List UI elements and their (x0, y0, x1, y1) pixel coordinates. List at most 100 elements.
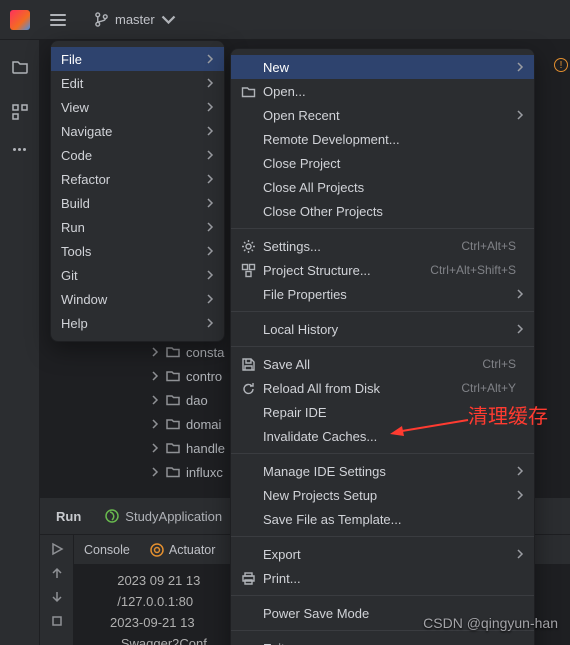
menu-item-reload-all-from-disk[interactable]: Reload All from DiskCtrl+Alt+Y (231, 376, 534, 400)
menu-item-file[interactable]: File (51, 47, 224, 71)
menu-item-navigate[interactable]: Navigate (51, 119, 224, 143)
submenu-arrow-icon (206, 316, 214, 331)
menu-item-shortcut: Ctrl+Alt+S (461, 239, 516, 253)
menu-item-label: Power Save Mode (263, 606, 516, 621)
more-tools-button[interactable] (13, 148, 26, 151)
menu-item-build[interactable]: Build (51, 191, 224, 215)
menu-item-label: View (61, 100, 206, 115)
submenu-arrow-icon (206, 196, 214, 211)
menu-item-label: Open Recent (263, 108, 516, 123)
menu-item-new-projects-setup[interactable]: New Projects Setup (231, 483, 534, 507)
menu-item-label: Exit (263, 641, 516, 645)
menu-item-label: Git (61, 268, 206, 283)
menu-item-label: Edit (61, 76, 206, 91)
gear-icon (241, 239, 259, 254)
stop-icon[interactable] (49, 613, 65, 629)
menu-item-label: Close Other Projects (263, 204, 516, 219)
menu-item-label: Code (61, 148, 206, 163)
scroll-down-icon[interactable] (49, 589, 65, 605)
menu-item-label: Navigate (61, 124, 206, 139)
menu-item-refactor[interactable]: Refactor (51, 167, 224, 191)
menu-item-new[interactable]: New (231, 55, 534, 79)
git-branch-widget[interactable]: master (94, 12, 176, 27)
run-icon[interactable] (49, 541, 65, 557)
menu-item-label: Reload All from Disk (263, 381, 461, 396)
menu-item-label: Settings... (263, 239, 461, 254)
submenu-arrow-icon (206, 268, 214, 283)
submenu-arrow-icon (516, 488, 524, 503)
menu-item-label: Help (61, 316, 206, 331)
run-configuration[interactable]: StudyApplication (105, 509, 222, 524)
structure-icon (241, 263, 259, 278)
menu-item-local-history[interactable]: Local History (231, 317, 534, 341)
menu-item-manage-ide-settings[interactable]: Manage IDE Settings (231, 459, 534, 483)
branch-icon (94, 12, 109, 27)
folder-icon (241, 84, 259, 99)
main-menu-popup: File Edit View Navigate Code Refactor Build Run… (50, 40, 225, 342)
menu-item-export[interactable]: Export (231, 542, 534, 566)
menu-item-git[interactable]: Git (51, 263, 224, 287)
menu-item-run[interactable]: Run (51, 215, 224, 239)
folder-icon (166, 345, 180, 359)
menu-item-open-recent[interactable]: Open Recent (231, 103, 534, 127)
run-tab[interactable]: Run (56, 509, 81, 524)
main-menu-button[interactable] (50, 14, 66, 26)
branch-name: master (115, 12, 155, 27)
menu-item-close-all-projects[interactable]: Close All Projects (231, 175, 534, 199)
console-tab[interactable]: Console (84, 543, 130, 557)
menu-item-label: Local History (263, 322, 516, 337)
submenu-arrow-icon (206, 76, 214, 91)
menu-item-remote-development[interactable]: Remote Development... (231, 127, 534, 151)
menu-item-invalidate-caches[interactable]: Invalidate Caches... (231, 424, 534, 448)
menu-item-code[interactable]: Code (51, 143, 224, 167)
menu-item-file-properties[interactable]: File Properties (231, 282, 534, 306)
folder-icon (166, 369, 180, 383)
submenu-arrow-icon (516, 322, 524, 337)
submenu-arrow-icon (206, 100, 214, 115)
submenu-arrow-icon (206, 292, 214, 307)
tool-window-stripe (0, 40, 40, 645)
menu-item-label: Repair IDE (263, 405, 516, 420)
submenu-arrow-icon (516, 464, 524, 479)
menu-item-print[interactable]: Print... (231, 566, 534, 590)
menu-item-power-save-mode[interactable]: Power Save Mode (231, 601, 534, 625)
scroll-up-icon[interactable] (49, 565, 65, 581)
menu-item-label: Invalidate Caches... (263, 429, 516, 444)
actuator-tab[interactable]: Actuator (150, 543, 216, 557)
menu-item-save-file-as-template[interactable]: Save File as Template... (231, 507, 534, 531)
menu-item-label: Export (263, 547, 516, 562)
menu-item-view[interactable]: View (51, 95, 224, 119)
menu-item-label: Build (61, 196, 206, 211)
menu-item-label: New Projects Setup (263, 488, 516, 503)
menu-item-settings[interactable]: Settings...Ctrl+Alt+S (231, 234, 534, 258)
spring-icon (105, 509, 119, 523)
menu-item-project-structure[interactable]: Project Structure...Ctrl+Alt+Shift+S (231, 258, 534, 282)
submenu-arrow-icon (516, 547, 524, 562)
menu-item-window[interactable]: Window (51, 287, 224, 311)
menu-item-shortcut: Ctrl+S (482, 357, 516, 371)
menu-item-label: Remote Development... (263, 132, 516, 147)
save-icon (241, 357, 259, 372)
menu-item-close-other-projects[interactable]: Close Other Projects (231, 199, 534, 223)
menu-item-label: Save File as Template... (263, 512, 516, 527)
menu-item-close-project[interactable]: Close Project (231, 151, 534, 175)
menu-item-save-all[interactable]: Save AllCtrl+S (231, 352, 534, 376)
folder-icon (166, 417, 180, 431)
menu-item-help[interactable]: Help (51, 311, 224, 335)
menu-item-label: File (61, 52, 206, 67)
menu-item-label: Run (61, 220, 206, 235)
menu-item-tools[interactable]: Tools (51, 239, 224, 263)
menu-item-edit[interactable]: Edit (51, 71, 224, 95)
structure-tool-button[interactable] (11, 103, 29, 124)
menu-item-label: File Properties (263, 287, 516, 302)
menu-item-repair-ide[interactable]: Repair IDE (231, 400, 534, 424)
project-tool-button[interactable] (11, 58, 29, 79)
menu-item-shortcut: Ctrl+Alt+Y (461, 381, 516, 395)
menu-item-exit[interactable]: Exit (231, 636, 534, 645)
menu-item-open[interactable]: Open... (231, 79, 534, 103)
menu-item-label: Project Structure... (263, 263, 430, 278)
submenu-arrow-icon (206, 244, 214, 259)
reload-icon (241, 381, 259, 396)
submenu-arrow-icon (206, 148, 214, 163)
menu-item-label: Window (61, 292, 206, 307)
